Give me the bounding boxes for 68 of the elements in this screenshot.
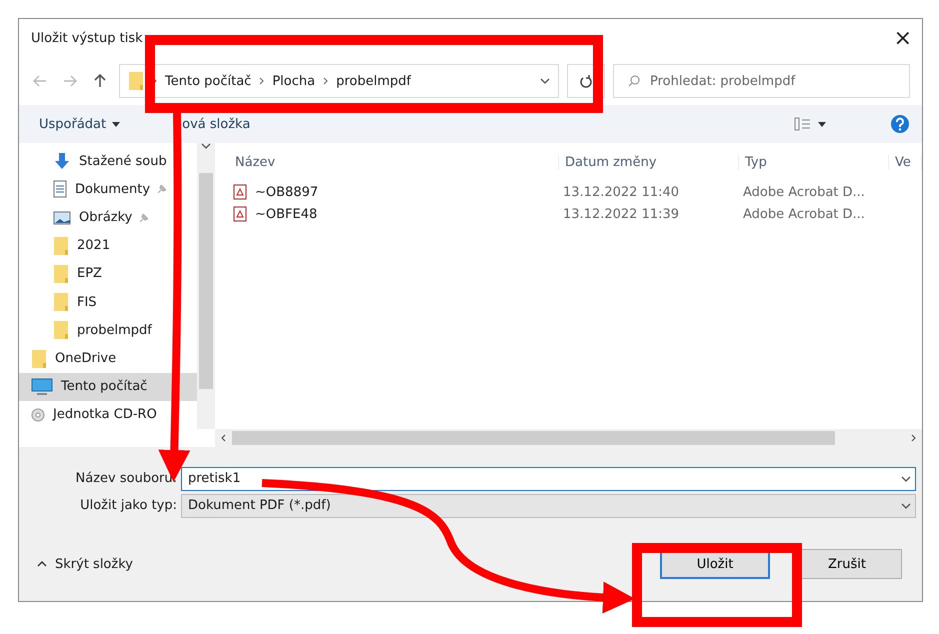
scroll-right-icon <box>911 434 916 442</box>
file-name-cell: ~OB8897 <box>229 184 559 200</box>
file-type-label: Uložit jako typ: <box>79 498 178 513</box>
folder-icon <box>128 71 144 91</box>
folder-icon <box>53 320 69 340</box>
breadcrumb-item[interactable]: probelmpdf <box>336 74 411 88</box>
scroll-left-icon <box>221 434 226 442</box>
vertical-scrollbar[interactable] <box>197 143 215 429</box>
sidebar-item[interactable]: Obrázky <box>19 203 197 232</box>
sidebar-item[interactable]: OneDrive <box>19 344 197 373</box>
column-header[interactable]: Datum změny <box>559 154 739 170</box>
search-placeholder: Prohledat: probelmpdf <box>650 74 796 88</box>
folder-icon <box>31 348 47 369</box>
filename-label: Název souboru: <box>74 471 178 486</box>
chevron-up-icon <box>37 561 47 567</box>
date-cell-text: 13.12.2022 11:39 <box>562 206 680 222</box>
monitor-icon <box>31 378 53 396</box>
search-icon <box>628 75 640 87</box>
file-type-dropdown[interactable]: Dokument PDF (*.pdf) <box>181 494 916 518</box>
date-cell-text: 13.12.2022 11:40 <box>562 184 680 200</box>
sidebar-item[interactable]: Dokumenty <box>19 175 197 204</box>
sidebar-item[interactable]: Tento počítač <box>19 372 197 401</box>
scroll-up-icon <box>201 143 211 149</box>
download-arrow-icon <box>53 152 71 170</box>
breadcrumb-item[interactable]: Plocha <box>272 74 316 88</box>
disc-icon <box>31 408 45 422</box>
hide-folders-toggle[interactable]: Skrýt složky <box>37 556 133 572</box>
breadcrumb-item[interactable]: Tento počítač <box>165 74 252 88</box>
file-row[interactable]: ~OB8897 13.12.2022 11:40 Adobe Acrobat D... <box>229 181 922 203</box>
sidebar-item[interactable]: 2021 <box>19 232 197 260</box>
dropdown-triangle-icon <box>112 122 120 126</box>
chevron-down-icon <box>901 476 911 482</box>
up-arrow-icon[interactable] <box>94 74 106 88</box>
chevron-down-icon <box>901 502 911 508</box>
folder-icon <box>53 292 69 312</box>
folder-icon <box>53 236 69 256</box>
document-icon <box>53 180 67 198</box>
view-options-icon[interactable] <box>794 117 828 131</box>
refresh-button[interactable] <box>567 64 605 98</box>
search-field[interactable]: Prohledat: probelmpdf <box>613 64 910 98</box>
organize-menu[interactable]: Uspořádat <box>39 116 120 132</box>
horizontal-scrollbar[interactable] <box>215 429 922 447</box>
pin-icon <box>140 214 148 222</box>
column-header[interactable]: Typ <box>739 154 889 170</box>
help-icon[interactable] <box>890 114 910 134</box>
close-button[interactable]: × <box>894 26 912 50</box>
chevron-down-icon <box>540 78 550 84</box>
column-header[interactable]: Název <box>229 154 559 170</box>
refresh-icon <box>580 74 592 88</box>
type-cell-text: Adobe Acrobat D... <box>742 184 866 200</box>
sidebar-item[interactable]: FIS <box>19 288 197 316</box>
window-title: Uložit výstup tisk <box>31 30 143 46</box>
type-cell-text: Adobe Acrobat D... <box>742 206 866 222</box>
sidebar-item[interactable]: EPZ <box>19 260 197 288</box>
folder-icon <box>53 264 69 284</box>
file-name-cell: ~OBFE48 <box>229 206 559 222</box>
file-row[interactable]: ~OBFE48 13.12.2022 11:39 Adobe Acrobat D... <box>229 203 922 225</box>
pdf-icon <box>233 184 247 200</box>
sidebar-item[interactable]: probelmpdf <box>19 316 197 344</box>
sidebar-item[interactable]: Stažené soub <box>19 147 197 176</box>
pin-icon <box>158 185 166 194</box>
sidebar-item[interactable]: Jednotka CD-RO <box>19 400 197 430</box>
address-bar[interactable]: Tento počítač Plocha probelmpdf <box>119 64 559 98</box>
new-folder-button[interactable]: ová složka <box>182 116 250 132</box>
column-header[interactable]: Ve <box>889 154 922 170</box>
filename-field[interactable]: pretisk1 <box>181 466 916 490</box>
image-icon <box>53 210 71 224</box>
pdf-icon <box>233 206 247 222</box>
